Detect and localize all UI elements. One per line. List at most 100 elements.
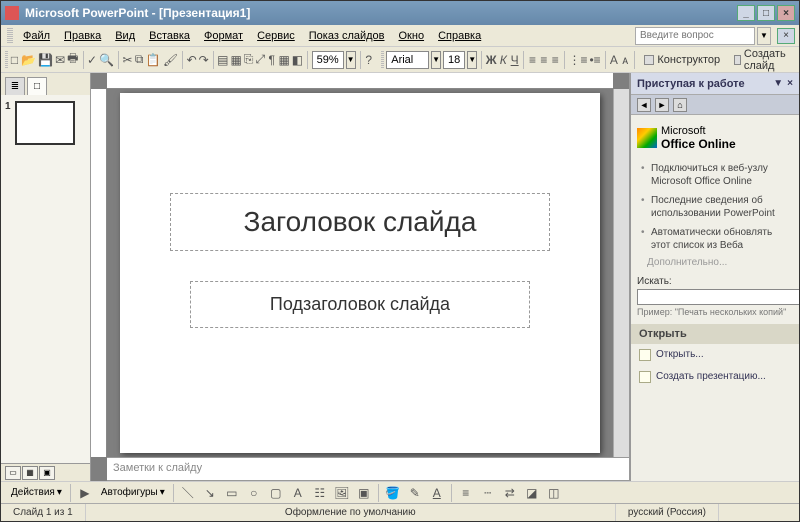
menu-view[interactable]: Вид	[109, 28, 141, 44]
title-placeholder[interactable]: Заголовок слайда	[170, 193, 550, 251]
increase-font-icon[interactable]: A	[609, 50, 618, 70]
slide-thumbnail-1[interactable]: 1	[5, 101, 86, 145]
menu-edit[interactable]: Правка	[58, 28, 107, 44]
font-dropdown[interactable]: ▼	[431, 51, 441, 69]
italic-button[interactable]: К	[499, 50, 508, 70]
ruler-vertical[interactable]	[91, 89, 107, 457]
nav-home-icon[interactable]: ⌂	[673, 98, 687, 112]
new-slide-button[interactable]: Создать слайд	[728, 46, 795, 74]
research-icon[interactable]: 🔍	[99, 50, 114, 70]
fontsize-dropdown[interactable]: ▼	[467, 51, 477, 69]
menu-insert[interactable]: Вставка	[143, 28, 196, 44]
underline-button[interactable]: Ч	[510, 50, 519, 70]
fontsize-combo[interactable]: 18	[443, 51, 465, 69]
bullets-icon[interactable]: •≡	[589, 50, 600, 70]
expand-icon[interactable]: ⤢	[255, 50, 265, 70]
arrow-style-icon[interactable]: ⇄	[500, 483, 520, 503]
fill-color-icon[interactable]: 🪣	[383, 483, 403, 503]
font-color-icon[interactable]: A	[427, 483, 447, 503]
designer-button[interactable]: Конструктор	[638, 52, 726, 68]
shadow-icon[interactable]: ◪	[522, 483, 542, 503]
taskpane-dropdown[interactable]: ▼	[773, 78, 783, 89]
print-icon[interactable]: 🖶	[67, 50, 78, 70]
chart-icon[interactable]: ▤	[217, 50, 228, 70]
hyperlink-icon[interactable]: ⎘	[244, 50, 254, 70]
create-presentation-link[interactable]: Создать презентацию...	[637, 366, 793, 388]
notes-pane[interactable]: Заметки к слайду	[107, 457, 629, 481]
scrollbar-vertical[interactable]	[613, 89, 629, 457]
taskpane-link-news[interactable]: Последние сведения об использовании Powe…	[641, 191, 793, 223]
undo-icon[interactable]: ↶	[187, 50, 197, 70]
dash-style-icon[interactable]: ┄	[478, 483, 498, 503]
redo-icon[interactable]: ↷	[199, 50, 209, 70]
taskpane-more-link[interactable]: Дополнительно...	[637, 255, 793, 274]
new-icon[interactable]: □	[10, 50, 19, 70]
paste-icon[interactable]: 📋	[146, 50, 161, 70]
slide[interactable]: Заголовок слайда Подзаголовок слайда	[120, 93, 600, 453]
doc-close-button[interactable]: ×	[777, 28, 795, 44]
menu-format[interactable]: Формат	[198, 28, 249, 44]
oval-icon[interactable]: ○	[244, 483, 264, 503]
zoom-combo[interactable]: 59%	[312, 51, 344, 69]
align-center-icon[interactable]: ≡	[539, 50, 548, 70]
3d-icon[interactable]: ◫	[544, 483, 564, 503]
menu-help[interactable]: Справка	[432, 28, 487, 44]
decrease-font-icon[interactable]: ᴀ	[621, 50, 630, 70]
cut-icon[interactable]: ✂	[122, 50, 132, 70]
normal-view-button[interactable]: ▭	[5, 466, 21, 480]
save-icon[interactable]: 💾	[38, 50, 53, 70]
line-style-icon[interactable]: ≡	[456, 483, 476, 503]
help-icon[interactable]: ?	[364, 50, 373, 70]
menu-window[interactable]: Окно	[393, 28, 431, 44]
align-left-icon[interactable]: ≡	[528, 50, 537, 70]
zoom-dropdown[interactable]: ▼	[346, 51, 356, 69]
help-question-input[interactable]	[635, 27, 755, 45]
menu-file[interactable]: Файл	[17, 28, 56, 44]
menu-tools[interactable]: Сервис	[251, 28, 301, 44]
taskpane-link-auto-update[interactable]: Автоматически обновлять этот список из В…	[641, 223, 793, 255]
actions-menu[interactable]: Действия ▾	[7, 486, 66, 499]
rectangle-icon[interactable]: ▭	[222, 483, 242, 503]
sorter-view-button[interactable]: ▦	[22, 466, 38, 480]
autoshapes-menu[interactable]: Автофигуры ▾	[97, 486, 169, 499]
taskpane-link-connect[interactable]: Подключиться к веб-узлу Microsoft Office…	[641, 159, 793, 191]
table-icon[interactable]: ▦	[231, 50, 242, 70]
open-icon[interactable]: 📂	[21, 50, 36, 70]
line-color-icon[interactable]: ✎	[405, 483, 425, 503]
open-link[interactable]: Открыть...	[637, 344, 793, 366]
slides-tab[interactable]: □	[27, 77, 47, 95]
outline-tab[interactable]: ≣	[5, 77, 25, 95]
font-combo[interactable]: Arial	[386, 51, 429, 69]
diagram-icon[interactable]: ☷	[310, 483, 330, 503]
slideshow-view-button[interactable]: ▣	[39, 466, 55, 480]
taskpane-close[interactable]: ×	[787, 78, 793, 89]
thumb-preview[interactable]	[15, 101, 75, 145]
taskpane-search-input[interactable]	[637, 289, 799, 305]
numbering-icon[interactable]: ⋮≡	[568, 50, 587, 70]
slide-canvas[interactable]: Заголовок слайда Подзаголовок слайда	[107, 89, 613, 457]
spell-icon[interactable]: ✓	[87, 50, 97, 70]
nav-back-icon[interactable]: ◄	[637, 98, 651, 112]
grip-icon[interactable]	[5, 51, 8, 69]
bold-button[interactable]: Ж	[486, 50, 497, 70]
permission-icon[interactable]: ✉	[55, 50, 65, 70]
close-button[interactable]: ×	[777, 5, 795, 21]
nav-forward-icon[interactable]: ►	[655, 98, 669, 112]
menu-slideshow[interactable]: Показ слайдов	[303, 28, 391, 44]
copy-icon[interactable]: ⧉	[135, 50, 144, 70]
grid-icon[interactable]: ▦	[278, 50, 289, 70]
wordart-icon[interactable]: A	[288, 483, 308, 503]
show-format-icon[interactable]: ¶	[267, 50, 276, 70]
maximize-button[interactable]: □	[757, 5, 775, 21]
line-icon[interactable]: ＼	[178, 483, 198, 503]
status-language[interactable]: русский (Россия)	[616, 504, 719, 521]
help-question-dropdown[interactable]: ▼	[757, 27, 771, 45]
grip-icon[interactable]	[7, 28, 13, 44]
subtitle-placeholder[interactable]: Подзаголовок слайда	[190, 281, 530, 328]
minimize-button[interactable]: _	[737, 5, 755, 21]
color-icon[interactable]: ◧	[292, 50, 303, 70]
ruler-horizontal[interactable]	[107, 73, 613, 89]
textbox-icon[interactable]: ▢	[266, 483, 286, 503]
format-painter-icon[interactable]: 🖌	[163, 50, 178, 70]
grip-icon[interactable]	[381, 51, 384, 69]
